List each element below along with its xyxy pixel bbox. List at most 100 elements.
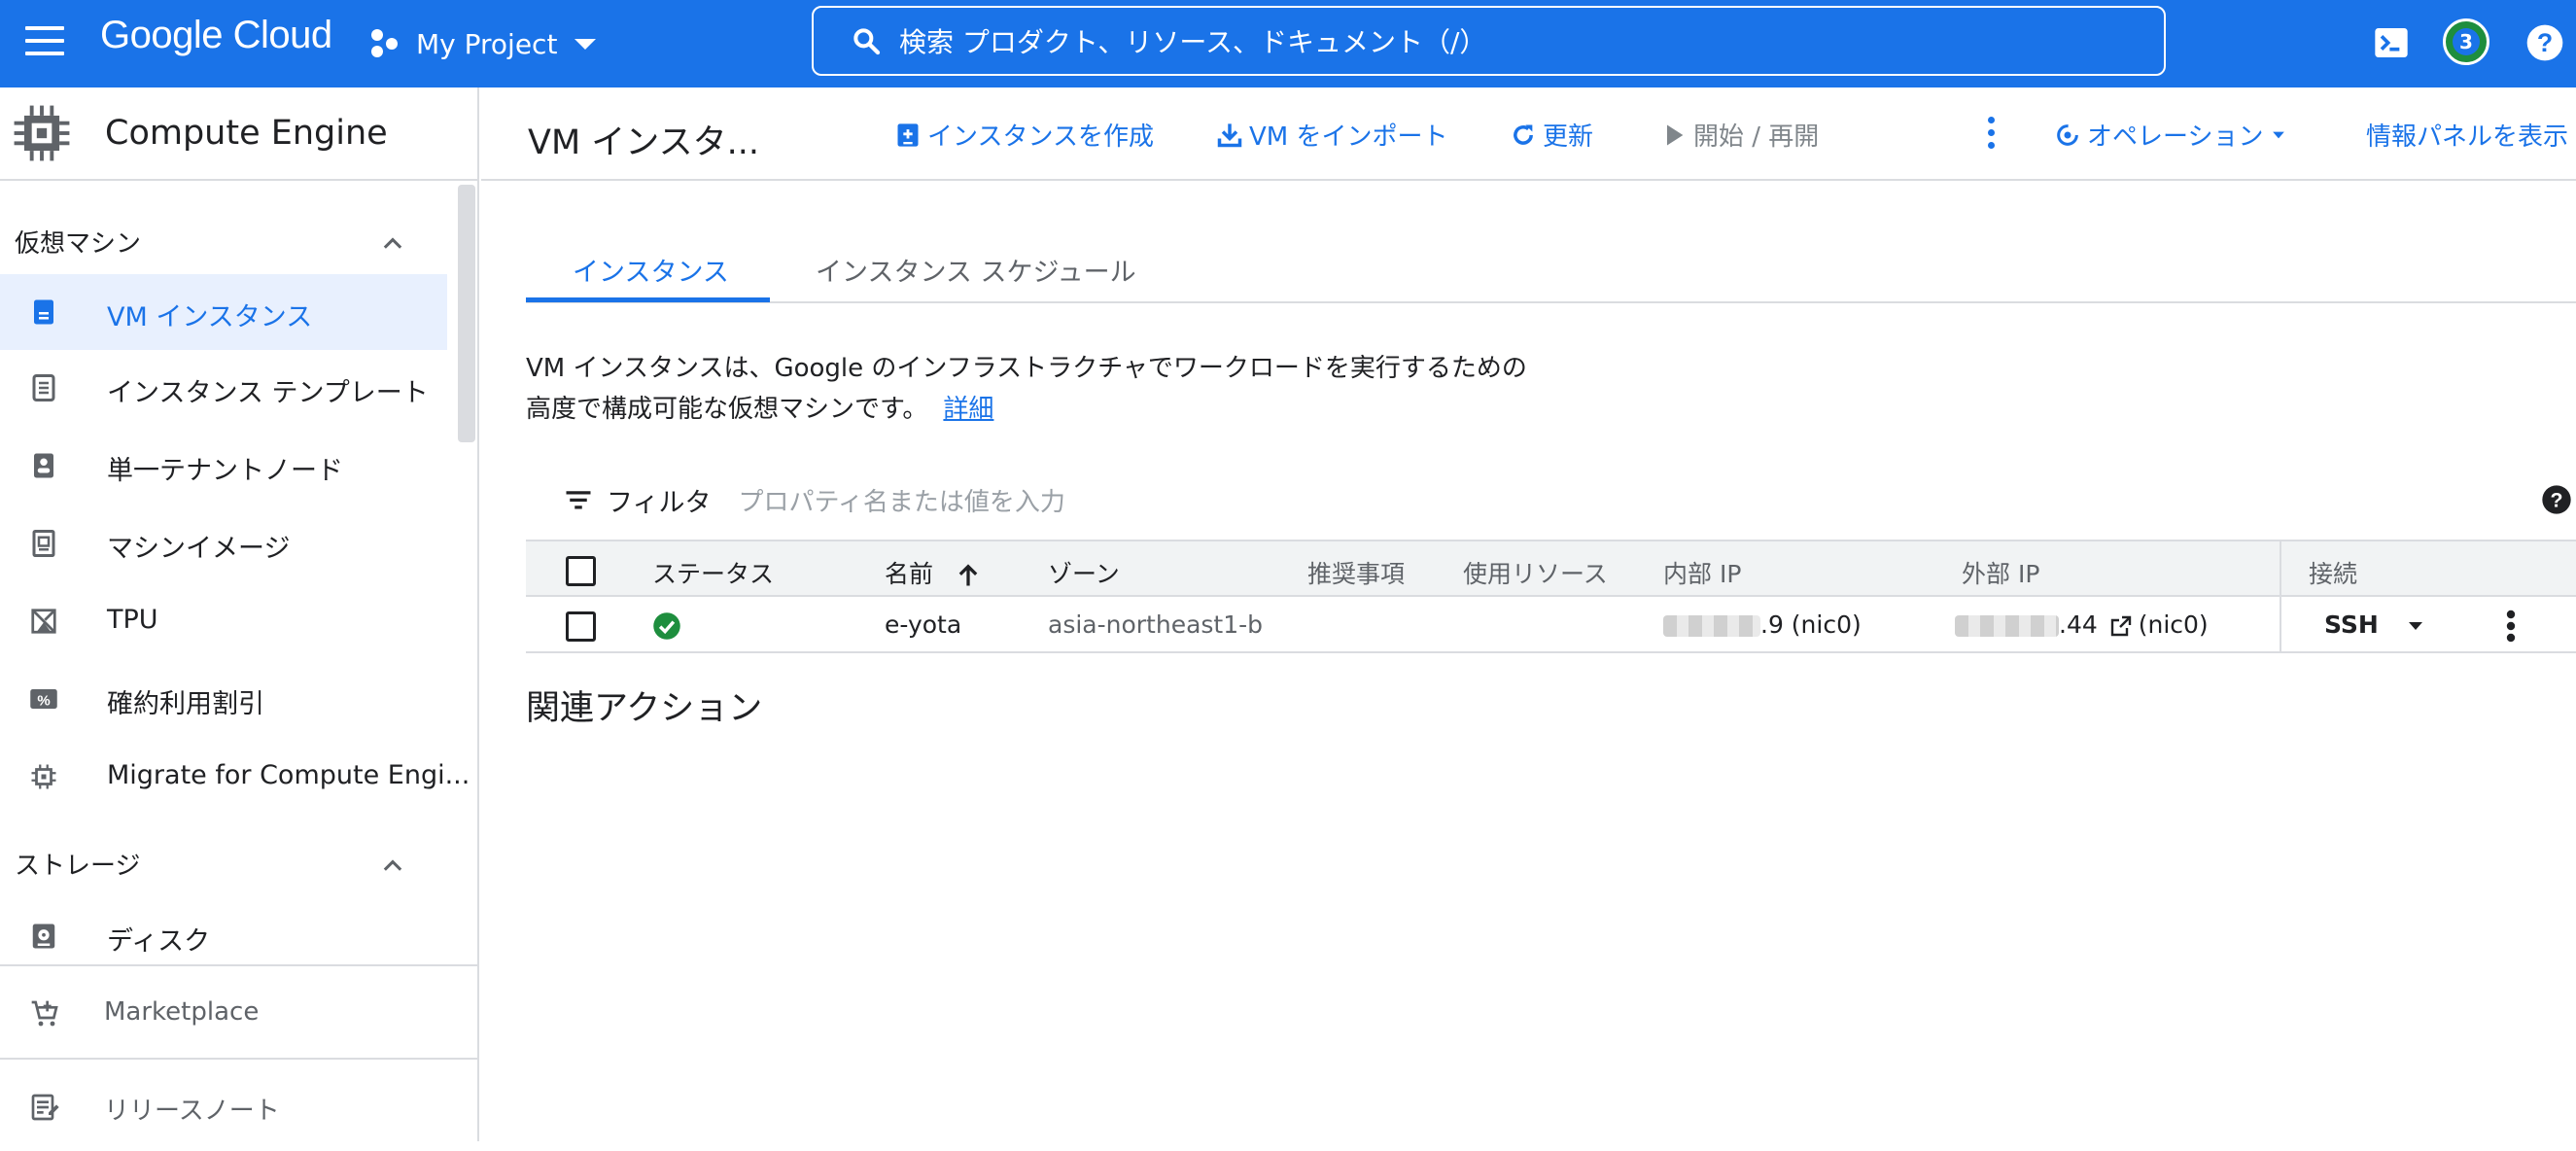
sidebar-item-marketplace[interactable]: Marketplace bbox=[0, 964, 479, 1058]
sidebar-item-committed-use-discounts[interactable]: % 確約利用割引 bbox=[0, 661, 447, 737]
show-info-panel-button[interactable]: 情報パネルを表示 bbox=[2366, 117, 2568, 153]
refresh-label: 更新 bbox=[1543, 122, 1594, 152]
active-tab-indicator bbox=[526, 297, 770, 302]
sidebar-item-label: 単一テナントノード bbox=[107, 456, 343, 486]
column-zone[interactable]: ゾーン bbox=[1048, 555, 1120, 590]
sidebar-item-machine-images[interactable]: マシンイメージ bbox=[0, 506, 447, 581]
column-used-resources[interactable]: 使用リソース bbox=[1463, 555, 1608, 590]
sidebar-item-label: マシンイメージ bbox=[107, 534, 291, 564]
refresh-button[interactable]: 更新 bbox=[1510, 117, 1593, 153]
section-label: ストレージ bbox=[15, 851, 141, 881]
external-ip[interactable]: .44 (nic0) bbox=[1955, 610, 2209, 639]
column-external-ip[interactable]: 外部 IP bbox=[1962, 555, 2039, 590]
import-icon bbox=[1217, 122, 1242, 147]
sidebar-item-label: 確約利用割引 bbox=[107, 689, 264, 719]
section-virtual-machines[interactable]: 仮想マシン bbox=[0, 212, 447, 270]
show-info-panel-label: 情報パネルを表示 bbox=[2366, 122, 2569, 152]
svg-text:%: % bbox=[37, 692, 50, 709]
create-instance-button[interactable]: インスタンスを作成 bbox=[894, 117, 1154, 153]
sidebar-item-vm-instances[interactable]: VM インスタンス bbox=[0, 274, 447, 350]
page-title: VM インスタ... bbox=[528, 123, 759, 162]
notes-icon bbox=[31, 1094, 59, 1121]
svg-text:?: ? bbox=[2537, 28, 2553, 57]
select-all-checkbox[interactable] bbox=[566, 556, 596, 586]
template-icon bbox=[32, 374, 55, 401]
sidebar-header: Compute Engine bbox=[0, 87, 477, 181]
column-name-label: 名前 bbox=[885, 560, 934, 588]
help-icon[interactable]: ? bbox=[2541, 484, 2572, 515]
internal-ip-suffix: .9 (nic0) bbox=[1760, 610, 1862, 639]
notifications-badge[interactable]: 3 bbox=[2443, 18, 2489, 65]
ssh-dropdown-icon[interactable] bbox=[2404, 614, 2427, 638]
product-title: Compute Engine bbox=[105, 114, 388, 153]
sidebar-item-sole-tenant-nodes[interactable]: 単一テナントノード bbox=[0, 428, 447, 504]
instance-zone: asia-northeast1-b bbox=[1048, 610, 1264, 639]
column-status[interactable]: ステータス bbox=[652, 555, 774, 590]
google-cloud-logo[interactable]: Google Cloud bbox=[100, 14, 332, 57]
help-icon[interactable]: ? bbox=[2525, 23, 2564, 62]
table-header: ステータス 名前 ゾーン 推奨事項 使用リソース 内部 IP 外部 IP 接続 bbox=[526, 540, 2576, 597]
tab-instance-schedules[interactable]: インスタンス スケジュール bbox=[816, 251, 1136, 289]
table-row[interactable]: e-yota asia-northeast1-b .9 (nic0) .44 (… bbox=[526, 597, 2576, 653]
sidebar-item-release-notes[interactable]: リリースノート bbox=[0, 1058, 479, 1151]
filter-bar[interactable]: フィルタ プロパティ名または値を入力 bbox=[564, 480, 1065, 519]
open-in-new-icon[interactable] bbox=[2109, 614, 2133, 638]
filter-icon bbox=[566, 491, 591, 509]
redacted-ip bbox=[1663, 615, 1760, 637]
more-actions-icon[interactable] bbox=[1988, 117, 1998, 152]
instance-name[interactable]: e-yota bbox=[885, 610, 961, 639]
start-resume-button[interactable]: 開始 / 再開 bbox=[1660, 117, 1819, 153]
create-instance-label: インスタンスを作成 bbox=[927, 122, 1154, 152]
sidebar-item-tpu[interactable]: TPU bbox=[0, 583, 447, 659]
sole-tenant-icon bbox=[34, 453, 53, 478]
status-running-icon bbox=[653, 612, 680, 640]
dropdown-caret-icon bbox=[574, 38, 597, 50]
search-placeholder: 検索 プロダクト、リソース、ドキュメント（/） bbox=[899, 26, 1487, 58]
search-bar[interactable]: 検索 プロダクト、リソース、ドキュメント（/） bbox=[812, 6, 2166, 76]
sidebar-scrollbar[interactable] bbox=[458, 185, 475, 442]
search-icon bbox=[853, 28, 881, 55]
import-vm-button[interactable]: VM をインポート bbox=[1216, 117, 1447, 153]
disk-icon bbox=[32, 924, 55, 949]
sidebar-item-label: Migrate for Compute Engi... bbox=[107, 760, 470, 790]
sidebar-item-instance-templates[interactable]: インスタンス テンプレート bbox=[0, 350, 447, 426]
import-vm-label: VM をインポート bbox=[1249, 122, 1448, 152]
sidebar-item-label: リリースノート bbox=[104, 1097, 280, 1126]
sidebar-item-label: TPU bbox=[107, 605, 158, 635]
row-more-icon[interactable] bbox=[2503, 609, 2519, 644]
compute-engine-icon bbox=[14, 105, 70, 161]
menu-icon[interactable] bbox=[25, 26, 64, 59]
column-recommendation[interactable]: 推奨事項 bbox=[1307, 555, 1405, 590]
row-checkbox[interactable] bbox=[566, 611, 596, 642]
chevron-up-icon bbox=[383, 859, 402, 871]
description-line-1: VM インスタンスは、Google のインフラストラクチャでワークロードを実行す… bbox=[526, 354, 1527, 383]
ssh-button[interactable]: SSH bbox=[2324, 610, 2379, 639]
cloud-shell-icon[interactable] bbox=[2372, 23, 2411, 62]
page-header: VM インスタ... インスタンスを作成 VM をインポート 更新 開始 / 再… bbox=[481, 87, 2576, 181]
internal-ip: .9 (nic0) bbox=[1663, 610, 1862, 639]
project-selector[interactable]: My Project bbox=[371, 19, 597, 68]
sidebar-item-label: Marketplace bbox=[104, 997, 260, 1027]
svg-text:?: ? bbox=[2550, 488, 2562, 511]
tab-instances[interactable]: インスタンス bbox=[573, 251, 729, 289]
cart-icon bbox=[31, 1000, 58, 1027]
section-storage[interactable]: ストレージ bbox=[0, 834, 447, 892]
column-name[interactable]: 名前 bbox=[885, 555, 982, 590]
sidebar-item-label: ディスク bbox=[107, 926, 211, 957]
column-divider bbox=[2280, 541, 2281, 595]
filter-label: フィルタ bbox=[607, 487, 712, 518]
learn-more-link[interactable]: 詳細 bbox=[943, 395, 993, 424]
sidebar-item-disks[interactable]: ディスク bbox=[0, 898, 447, 974]
external-ip-suffix: .44 bbox=[2059, 610, 2098, 639]
column-connect[interactable]: 接続 bbox=[2309, 555, 2357, 590]
sidebar-item-migrate[interactable]: Migrate for Compute Engi... bbox=[0, 739, 470, 815]
filter-input[interactable]: プロパティ名または値を入力 bbox=[738, 482, 1064, 518]
operations-icon bbox=[2057, 123, 2078, 146]
sort-ascending-icon bbox=[958, 564, 978, 586]
operations-button[interactable]: オペレーション bbox=[2054, 117, 2294, 153]
redacted-ip bbox=[1955, 615, 2059, 637]
related-actions-heading: 関連アクション bbox=[526, 689, 763, 728]
project-name: My Project bbox=[416, 27, 558, 60]
column-internal-ip[interactable]: 内部 IP bbox=[1663, 555, 1741, 590]
sidebar: Compute Engine 仮想マシン VM インスタンス インスタンス テン… bbox=[0, 87, 479, 1141]
